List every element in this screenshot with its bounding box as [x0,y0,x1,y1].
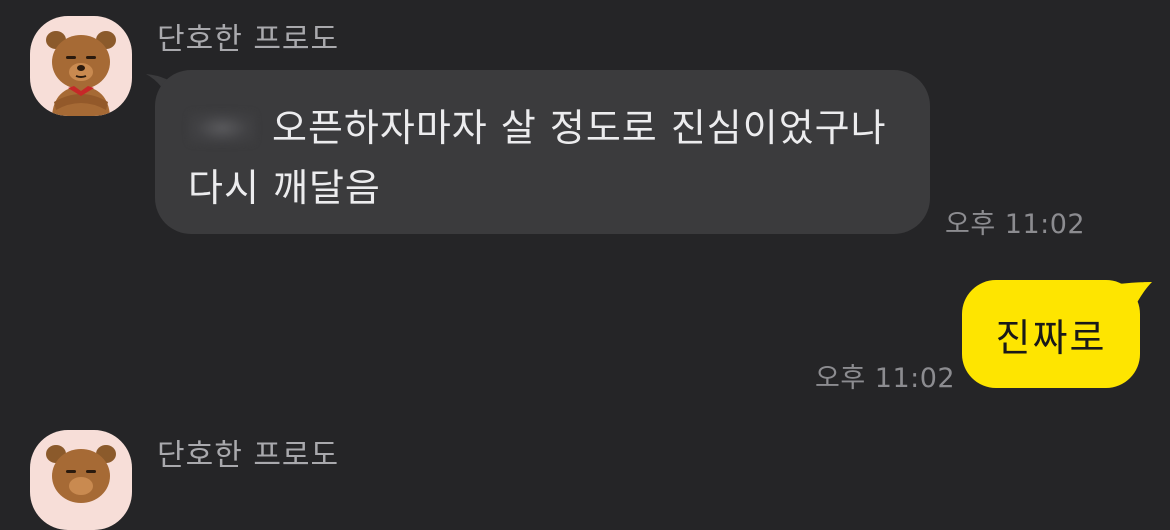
sender-name: 단호한 프로도 [157,438,340,473]
sender-avatar-icon[interactable] [30,16,132,116]
redacted-text-blur [188,111,256,145]
outgoing-message-bubble[interactable]: 진짜로 [962,280,1140,388]
sender-name: 단호한 프로도 [157,22,340,57]
incoming-message-text[interactable]: 오픈하자마자 살 정도로 진심이었구나 다시 깨달음 [188,98,918,218]
incoming-message-body: 오픈하자마자 살 정도로 진심이었구나 다시 깨달음 [188,106,887,210]
sender-avatar-icon[interactable] [30,430,132,530]
outgoing-message-timestamp: 오후 11:02 [815,363,956,394]
incoming-message-timestamp: 오후 11:02 [945,209,1086,240]
outgoing-message-text: 진짜로 [995,315,1107,360]
